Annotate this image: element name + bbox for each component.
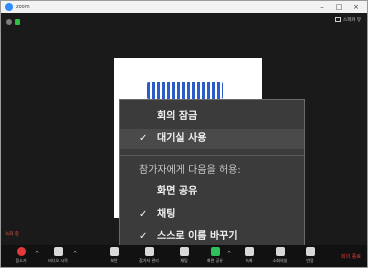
record-icon [244, 247, 254, 256]
participants-icon [144, 247, 154, 256]
window-title: zoom [16, 4, 30, 10]
menu-item-rename-self[interactable]: ✓ 스스로 이름 바꾸기 [120, 227, 304, 247]
menu-item-label: 회의 잠금 [157, 111, 198, 122]
allow-participants-header: 참가자에게 다음을 허용: [139, 165, 241, 176]
minimize-button[interactable]: – [315, 1, 329, 13]
zoom-window: zoom – □ × 스피커 뷰 회의 잠금 ✓ 대기실 사용 참가자에게 다음… [0, 0, 368, 268]
maximize-button[interactable]: □ [332, 1, 346, 13]
security-menu: 회의 잠금 ✓ 대기실 사용 참가자에게 다음을 허용: 화면 공유 ✓ 채팅 … [119, 99, 305, 247]
security-button[interactable]: 보안 [97, 247, 131, 267]
participants-label: 참가자 관리 [139, 258, 159, 263]
record-button[interactable]: 녹화 [232, 247, 266, 267]
menu-item-label: 채팅 [157, 209, 176, 220]
meeting-toolbar: 음소거 ^ 비디오 시작 ^ 보안 참가자 관리 채팅 화면 공유 ^ 녹화 소… [1, 245, 367, 267]
mute-button[interactable]: 음소거 [4, 247, 38, 267]
menu-item-chat[interactable]: ✓ 채팅 [120, 205, 304, 225]
reactions-button[interactable]: 반응 [293, 247, 327, 267]
zoom-app-icon [5, 3, 13, 11]
record-label: 녹화 [245, 258, 253, 263]
menu-item-waiting-room[interactable]: ✓ 대기실 사용 [120, 129, 304, 149]
audio-options-chevron-icon[interactable]: ^ [35, 251, 39, 257]
encryption-shield-icon[interactable] [15, 19, 20, 25]
share-screen-icon [210, 247, 220, 256]
breakout-rooms-button[interactable]: 소회의실 [263, 247, 297, 267]
breakout-rooms-icon [275, 247, 285, 256]
security-label: 보안 [110, 258, 118, 263]
menu-item-label: 대기실 사용 [157, 133, 207, 144]
menu-item-label: 화면 공유 [157, 186, 198, 197]
mute-label: 음소거 [15, 258, 27, 263]
chat-button[interactable]: 채팅 [167, 247, 201, 267]
meeting-info-icon[interactable] [6, 19, 12, 25]
shield-icon [109, 247, 119, 256]
reactions-icon [305, 247, 315, 256]
shared-content-logo [147, 82, 223, 99]
share-screen-button[interactable]: 화면 공유 [198, 247, 232, 267]
start-video-label: 비디오 시작 [48, 258, 68, 263]
microphone-muted-icon [16, 247, 26, 256]
title-bar: zoom – □ × [1, 1, 367, 13]
chat-label: 채팅 [180, 258, 188, 263]
menu-divider [120, 155, 304, 156]
close-button[interactable]: × [349, 1, 363, 13]
grid-view-icon [335, 17, 341, 22]
menu-item-label: 스스로 이름 바꾸기 [157, 231, 238, 242]
menu-item-share-screen[interactable]: 화면 공유 [120, 182, 304, 202]
check-icon: ✓ [139, 209, 148, 220]
reactions-label: 반응 [306, 258, 314, 263]
check-icon: ✓ [139, 133, 148, 144]
view-toggle-label: 스피커 뷰 [343, 18, 361, 23]
share-options-chevron-icon[interactable]: ^ [227, 251, 231, 257]
chat-icon [179, 247, 189, 256]
end-meeting-button[interactable]: 회의 종료 [341, 253, 361, 260]
breakout-rooms-label: 소회의실 [272, 258, 288, 263]
check-icon: ✓ [139, 231, 148, 242]
start-video-button[interactable]: 비디오 시작 [41, 247, 75, 267]
recording-indicator: 녹화 중 [5, 232, 19, 237]
video-options-chevron-icon[interactable]: ^ [73, 251, 77, 257]
video-camera-icon [53, 247, 63, 256]
share-screen-label: 화면 공유 [207, 258, 223, 263]
view-toggle-button[interactable]: 스피커 뷰 [335, 17, 361, 25]
participants-button[interactable]: 참가자 관리 [132, 247, 166, 267]
menu-item-lock-meeting[interactable]: 회의 잠금 [120, 107, 304, 127]
